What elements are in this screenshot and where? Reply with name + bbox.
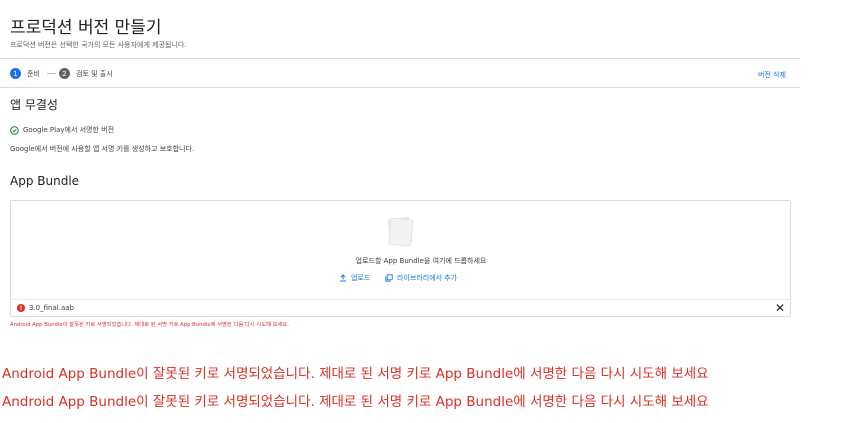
overlay-error-message: Android App Bundle이 잘못된 키로 서명되었습니다. 제대로 … — [2, 394, 709, 410]
page-title: 프로덕션 버전 만들기 — [10, 18, 162, 38]
page-subtitle: 프로덕션 버전은 선택한 국가의 모든 사용자에게 제공됩니다. — [10, 41, 187, 49]
upload-label: 업로드 — [351, 274, 371, 282]
step-label-prepare: 준비 — [27, 69, 40, 78]
library-label: 라이브러리에서 추가 — [397, 274, 458, 282]
upload-button[interactable]: 업로드 — [339, 273, 370, 283]
error-icon: ! — [17, 304, 25, 312]
step-prepare[interactable]: 1 준비 — [10, 68, 40, 79]
file-row-divider — [10, 299, 791, 300]
drop-instruction: 업로드할 App Bundle을 여기에 드롭하세요 — [355, 257, 487, 265]
step-connector — [47, 73, 56, 74]
delete-release-button[interactable]: 버전 삭제 — [758, 70, 786, 80]
signing-status-label: Google Play에서 서명한 버전 — [23, 126, 115, 134]
upload-icon — [340, 274, 346, 282]
check-circle-icon — [10, 125, 19, 135]
bundle-file-icon — [387, 216, 414, 247]
step-review-release[interactable]: 2 검토 및 출시 — [59, 68, 113, 79]
app-bundle-heading: App Bundle — [10, 174, 80, 188]
app-integrity-heading: 앱 무결성 — [10, 98, 58, 112]
library-icon — [385, 274, 393, 282]
bundle-error-message: Android App Bundle이 잘못된 키로 서명되었습니다. 제대로 … — [10, 322, 289, 328]
step-number-1: 1 — [10, 68, 21, 79]
uploaded-file-row: ! 3.0_final.aab — [17, 304, 74, 312]
header-divider — [0, 58, 800, 59]
stepper-divider — [0, 87, 800, 88]
signing-status: Google Play에서 서명한 버전 — [10, 125, 114, 135]
file-name: 3.0_final.aab — [29, 304, 74, 312]
app-integrity-description: Google에서 버전에 사용할 앱 서명 키를 생성하고 보호합니다. — [10, 145, 195, 153]
add-from-library-button[interactable]: 라이브러리에서 추가 — [385, 273, 457, 283]
step-number-2: 2 — [59, 68, 70, 79]
remove-file-close-icon[interactable]: ✕ — [774, 301, 786, 315]
overlay-error-message: Android App Bundle이 잘못된 키로 서명되었습니다. 제대로 … — [2, 366, 709, 382]
step-label-review: 검토 및 출시 — [76, 69, 113, 78]
